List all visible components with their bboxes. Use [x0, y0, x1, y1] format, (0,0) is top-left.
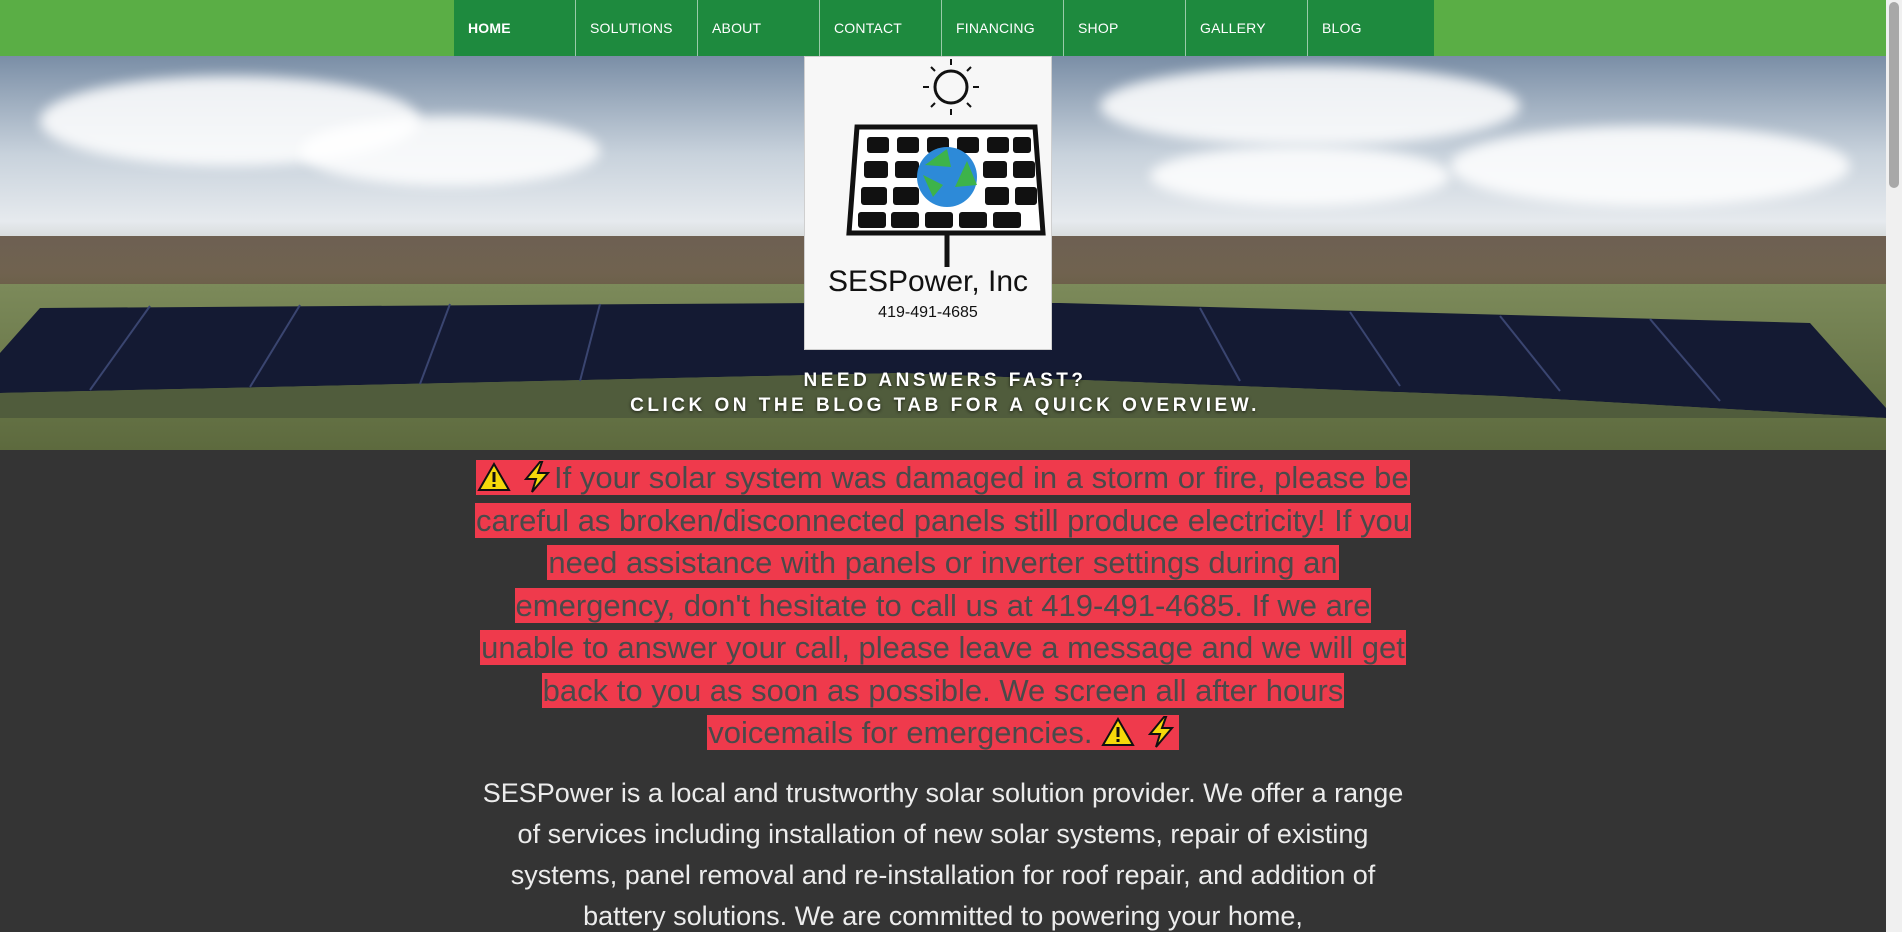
main-nav: HOME SOLUTIONS ABOUT CONTACT FINANCING S… [454, 0, 1434, 56]
nav-shop[interactable]: SHOP [1064, 0, 1186, 56]
storm-damage-alert: If your solar system was damaged in a st… [468, 457, 1418, 755]
cloud [1450, 126, 1850, 206]
company-phone: 419-491-4685 [878, 304, 978, 321]
cloud [1100, 66, 1520, 146]
company-name: SESPower, Inc [827, 265, 1029, 298]
hero-subheadline: CLICK ON THE BLOG TAB FOR A QUICK OVERVI… [630, 395, 1260, 416]
company-logo[interactable]: SESPower, Inc 419-491-4685 [804, 56, 1052, 350]
scrollbar-thumb[interactable] [1889, 2, 1899, 188]
nav-gallery[interactable]: GALLERY [1186, 0, 1308, 56]
nav-solutions[interactable]: SOLUTIONS [576, 0, 698, 56]
nav-about[interactable]: ABOUT [698, 0, 820, 56]
page-scrollbar[interactable] [1886, 0, 1902, 932]
nav-blog[interactable]: BLOG [1308, 0, 1430, 56]
nav-financing[interactable]: FINANCING [942, 0, 1064, 56]
alert-text: If your solar system was damaged in a st… [476, 460, 1410, 750]
hero-headline: NEED ANSWERS FAST? [803, 370, 1087, 391]
nav-home[interactable]: HOME [454, 0, 576, 56]
warning-icon [477, 462, 512, 491]
warning-icon [1101, 717, 1135, 746]
cloud [1150, 146, 1450, 206]
lightning-bolt-icon [1147, 716, 1174, 748]
intro-paragraph: SESPower is a local and trustworthy sola… [482, 778, 1404, 931]
solar-panel-logo-icon [846, 59, 1046, 267]
nav-contact[interactable]: CONTACT [820, 0, 942, 56]
lightning-bolt-icon [523, 461, 551, 493]
cloud [300, 116, 600, 186]
